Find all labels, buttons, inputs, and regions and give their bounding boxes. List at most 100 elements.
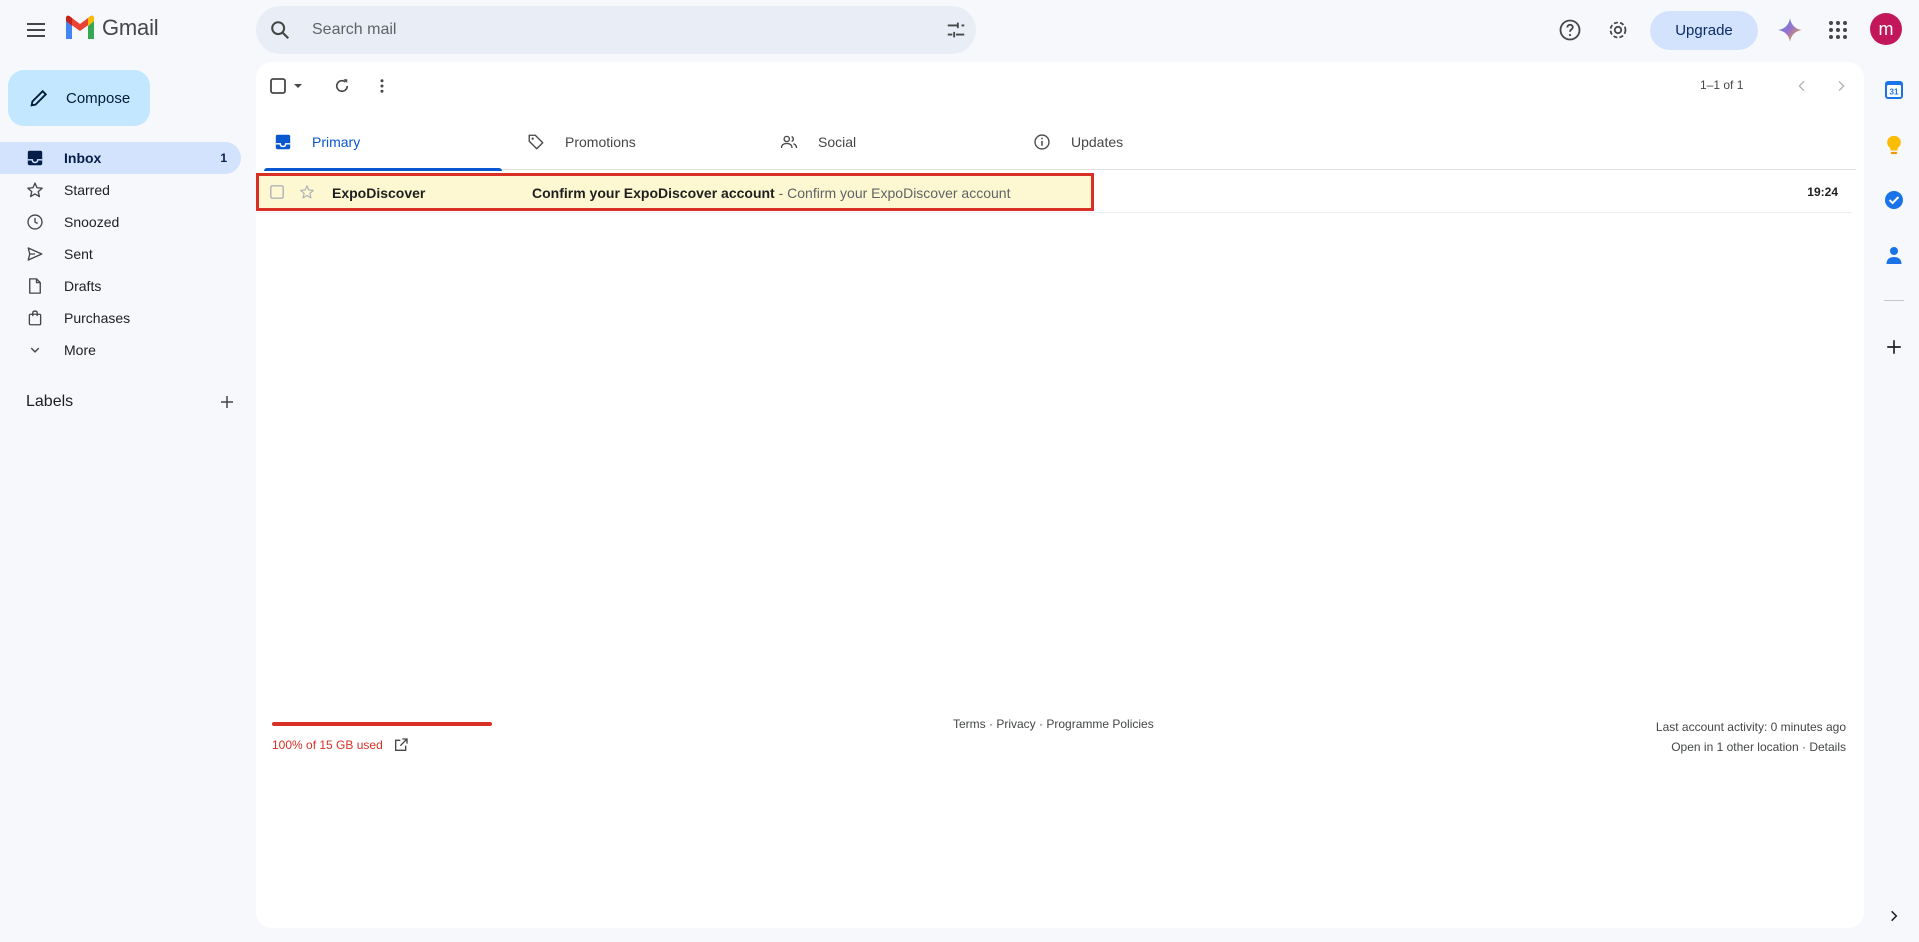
nav-item-snoozed[interactable]: Snoozed	[0, 206, 241, 238]
send-icon	[27, 247, 43, 261]
search-input[interactable]	[312, 21, 892, 39]
gmail-m-icon	[66, 15, 94, 39]
pagination-text: 1–1 of 1	[1700, 78, 1744, 92]
hamburger-icon	[27, 23, 45, 37]
draft-icon	[29, 278, 41, 294]
labels-heading: Labels	[26, 393, 74, 410]
nav-item-more[interactable]: More	[0, 334, 241, 366]
category-tabs: Primary Promotions Social Updates	[264, 114, 1856, 171]
storage-text: 100% of 15 GB used	[272, 738, 383, 752]
people-icon	[780, 135, 798, 149]
gemini-button[interactable]	[1770, 10, 1810, 50]
left-nav: Inbox 1 Starred Snoozed Sent Drafts Purc…	[0, 142, 241, 366]
star-icon	[27, 182, 43, 198]
list-toolbar: 1–1 of 1	[256, 62, 1864, 110]
older-page-button[interactable]	[1821, 66, 1861, 106]
create-label-button[interactable]	[218, 393, 236, 411]
chevron-right-icon	[1838, 80, 1845, 92]
apps-grid-icon	[1829, 21, 1847, 39]
plus-icon	[221, 396, 233, 408]
main-menu-button[interactable]	[16, 10, 56, 50]
account-avatar[interactable]: m	[1870, 13, 1902, 45]
help-icon	[1559, 19, 1581, 41]
email-row-checkbox[interactable]	[262, 173, 292, 211]
nav-item-starred[interactable]: Starred	[0, 174, 241, 206]
tasks-check-icon	[1885, 191, 1903, 209]
upgrade-button[interactable]: Upgrade	[1650, 11, 1758, 50]
nav-item-purchases[interactable]: Purchases	[0, 302, 241, 334]
search-bar[interactable]	[256, 6, 976, 54]
svg-text:31: 31	[1890, 88, 1899, 97]
contacts-button[interactable]	[1874, 235, 1914, 275]
compose-button[interactable]: Compose	[8, 70, 150, 126]
account-activity: Last account activity: 0 minutes ago Ope…	[1656, 717, 1846, 757]
keep-bulb-icon	[1887, 135, 1901, 155]
checkbox-icon	[270, 185, 284, 199]
refresh-icon	[335, 79, 349, 93]
tab-primary[interactable]: Primary	[264, 114, 502, 171]
nav-item-sent[interactable]: Sent	[0, 238, 241, 270]
tab-updates[interactable]: Updates	[1023, 114, 1261, 170]
email-time: 19:24	[1807, 185, 1838, 199]
contacts-person-icon	[1886, 247, 1902, 264]
more-vert-icon	[380, 79, 384, 93]
tab-social[interactable]: Social	[770, 114, 1008, 170]
tab-promotions[interactable]: Promotions	[517, 114, 755, 170]
email-subject-line: Confirm your ExpoDiscover account - Conf…	[532, 185, 1010, 201]
gemini-sparkle-icon	[1778, 18, 1802, 42]
top-bar: Gmail Upgrade m	[0, 0, 1919, 60]
settings-button[interactable]	[1598, 10, 1638, 50]
search-button[interactable]	[260, 10, 300, 50]
search-icon	[271, 21, 290, 40]
pencil-icon	[30, 89, 48, 107]
gear-icon	[1609, 21, 1627, 39]
email-row[interactable]: ExpoDiscover Confirm your ExpoDiscover a…	[256, 173, 1852, 213]
gmail-logo[interactable]: Gmail	[64, 15, 159, 41]
footer-links: Terms · Privacy · Programme Policies	[953, 717, 1154, 731]
manage-storage-link[interactable]	[393, 737, 409, 753]
plus-icon	[1887, 340, 1901, 354]
other-location-text: Open in 1 other location	[1671, 740, 1799, 754]
nav-item-inbox[interactable]: Inbox 1	[0, 142, 241, 174]
hide-side-panel-button[interactable]	[1874, 896, 1914, 936]
privacy-link[interactable]: Privacy	[996, 717, 1035, 731]
newer-page-button[interactable]	[1782, 66, 1822, 106]
checkbox-icon	[270, 78, 286, 94]
tasks-button[interactable]	[1874, 180, 1914, 220]
side-panel: 31	[1868, 62, 1919, 942]
terms-link[interactable]: Terms	[953, 717, 986, 731]
inbox-icon	[275, 134, 291, 150]
email-snippet: - Confirm your ExpoDiscover account	[774, 185, 1011, 201]
star-icon	[300, 185, 314, 199]
refresh-button[interactable]	[322, 66, 362, 106]
details-link[interactable]: Details	[1809, 740, 1846, 754]
last-activity-text: Last account activity: 0 minutes ago	[1655, 720, 1846, 734]
caret-down-icon	[294, 84, 302, 88]
select-options-button[interactable]	[288, 66, 308, 106]
mail-list-panel: 1–1 of 1 Primary Promotions Social Updat…	[256, 62, 1864, 928]
nav-item-drafts[interactable]: Drafts	[0, 270, 241, 302]
email-row-star[interactable]	[292, 173, 322, 211]
email-subject: Confirm your ExpoDiscover account	[532, 185, 775, 201]
compose-label: Compose	[66, 89, 131, 107]
keep-button[interactable]	[1874, 125, 1914, 165]
get-addons-button[interactable]	[1874, 327, 1914, 367]
storage-info: 100% of 15 GB used	[272, 737, 409, 753]
app-name: Gmail	[102, 15, 159, 40]
storage-usage-bar	[272, 722, 492, 726]
search-options-button[interactable]	[936, 10, 976, 50]
clock-icon	[27, 214, 43, 230]
more-actions-button[interactable]	[362, 66, 402, 106]
calendar-icon: 31	[1885, 81, 1903, 99]
programme-policies-link[interactable]: Programme Policies	[1046, 717, 1153, 731]
chevron-right-icon	[1891, 910, 1898, 922]
inbox-unread-count: 1	[220, 151, 227, 165]
open-in-new-icon	[394, 738, 408, 751]
chevron-left-icon	[1798, 80, 1805, 92]
google-apps-button[interactable]	[1818, 10, 1858, 50]
tag-icon	[528, 134, 544, 150]
calendar-button[interactable]: 31	[1874, 70, 1914, 110]
side-panel-divider	[1884, 300, 1904, 301]
chevron-down-icon	[30, 347, 40, 353]
support-button[interactable]	[1550, 10, 1590, 50]
